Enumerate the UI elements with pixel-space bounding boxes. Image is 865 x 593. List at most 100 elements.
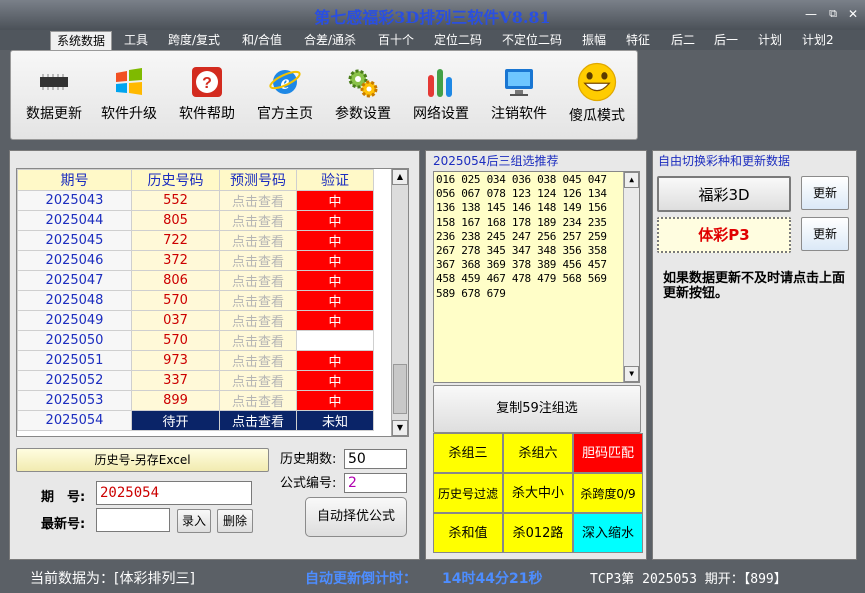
- issue-cell: 2025048: [17, 290, 132, 311]
- table-row[interactable]: 2025047 806 点击查看中: [17, 270, 374, 291]
- menu-system-data[interactable]: 系统数据: [50, 31, 113, 50]
- menu-bar: 系统数据 工具 跨度/复式 和/合值 合差/通杀 百十个 定位二码 不定位二码 …: [0, 30, 865, 50]
- settings-button[interactable]: 参数设置: [331, 59, 395, 129]
- deep-shrink-button[interactable]: 深入缩水: [573, 513, 643, 553]
- history-cell: 372: [131, 250, 220, 271]
- verify-cell: 中: [296, 310, 374, 331]
- col-history[interactable]: 历史号码: [131, 169, 220, 191]
- scroll-up-icon[interactable]: ▲: [392, 169, 408, 185]
- formula-input[interactable]: 2: [344, 473, 407, 493]
- delete-button[interactable]: 删除: [217, 509, 253, 533]
- issue-input[interactable]: 2025054: [96, 481, 252, 505]
- software-upgrade-button[interactable]: 软件升级: [97, 59, 161, 129]
- predict-link[interactable]: 点击查看: [219, 250, 297, 271]
- update-3d-button[interactable]: 更新: [801, 176, 849, 210]
- col-predict[interactable]: 预测号码: [219, 169, 297, 191]
- copy-numbers-button[interactable]: 复制59注组选: [433, 385, 641, 433]
- export-excel-button[interactable]: 历史号-另存Excel: [16, 448, 269, 472]
- table-row[interactable]: 2025049 037 点击查看中: [17, 310, 374, 331]
- menu-plan2[interactable]: 计划2: [796, 31, 840, 50]
- verify-cell: 未知: [296, 410, 374, 431]
- predict-link[interactable]: 点击查看: [219, 350, 297, 371]
- issue-cell: 2025051: [17, 350, 132, 371]
- simple-mode-button[interactable]: 傻瓜模式: [563, 59, 631, 129]
- table-row[interactable]: 2025048 570 点击查看中: [17, 290, 374, 311]
- gear-icon: [348, 69, 378, 98]
- predict-link[interactable]: 点击查看: [219, 390, 297, 411]
- predict-link[interactable]: 点击查看: [219, 330, 297, 351]
- kill-group3-button[interactable]: 杀组三: [433, 433, 503, 473]
- table-row[interactable]: 2025052 337 点击查看中: [17, 370, 374, 391]
- menu-digits[interactable]: 百十个: [372, 31, 420, 50]
- menu-kill[interactable]: 合差/通杀: [298, 31, 362, 50]
- issue-cell: 2025047: [17, 270, 132, 291]
- latest-input[interactable]: [96, 508, 170, 532]
- maximize-button[interactable]: ⧉: [826, 8, 840, 20]
- switch-title: 自由切换彩种和更新数据: [656, 152, 793, 169]
- status-bar: 当前数据为：[体彩排列三] 自动更新倒计时： 14时44分21秒 TCP3第 2…: [0, 564, 865, 593]
- menu-amplitude[interactable]: 振幅: [576, 31, 612, 50]
- numbers-textbox[interactable]: 016 025 034 036 038 045 047 056 067 078 …: [433, 171, 640, 383]
- menu-last1[interactable]: 后一: [708, 31, 744, 50]
- software-help-button[interactable]: ? 软件帮助: [175, 59, 239, 129]
- predict-link[interactable]: 点击查看: [219, 270, 297, 291]
- minimize-button[interactable]: —: [804, 8, 818, 20]
- menu-feature[interactable]: 特征: [620, 31, 656, 50]
- auto-formula-button[interactable]: 自动择优公式: [305, 497, 407, 537]
- data-update-button[interactable]: 数据更新: [19, 59, 89, 129]
- predict-link[interactable]: 点击查看: [219, 210, 297, 231]
- enter-button[interactable]: 录入: [177, 509, 211, 533]
- menu-tools[interactable]: 工具: [118, 31, 154, 50]
- grid-scrollbar[interactable]: ▲ ▼: [391, 169, 408, 436]
- menu-span[interactable]: 跨度/复式: [162, 31, 226, 50]
- hist-count-input[interactable]: 50: [344, 449, 407, 469]
- predict-link[interactable]: 点击查看: [219, 370, 297, 391]
- kill-span-button[interactable]: 杀跨度0/9: [573, 473, 643, 513]
- scroll-up-icon[interactable]: ▲: [624, 172, 639, 188]
- menu-nonpos2[interactable]: 不定位二码: [496, 31, 568, 50]
- lottery-3d-button[interactable]: 福彩3D: [657, 176, 791, 212]
- core-match-button[interactable]: 胆码匹配: [573, 433, 643, 473]
- col-issue[interactable]: 期号: [17, 169, 132, 191]
- menu-plan[interactable]: 计划: [752, 31, 788, 50]
- predict-link[interactable]: 点击查看: [219, 190, 297, 211]
- numbers-scrollbar[interactable]: ▲ ▼: [623, 172, 639, 382]
- predict-link[interactable]: 点击查看: [219, 410, 297, 431]
- logout-button[interactable]: 注销软件: [487, 59, 551, 129]
- kill-012-button[interactable]: 杀012路: [503, 513, 573, 553]
- issue-cell: 2025052: [17, 370, 132, 391]
- scroll-thumb[interactable]: [393, 364, 407, 414]
- issue-cell: 2025050: [17, 330, 132, 351]
- kill-sum-button[interactable]: 杀和值: [433, 513, 503, 553]
- table-row[interactable]: 2025046 372 点击查看中: [17, 250, 374, 271]
- predict-link[interactable]: 点击查看: [219, 310, 297, 331]
- lottery-p3-button[interactable]: 体彩P3: [657, 217, 791, 253]
- scroll-down-icon[interactable]: ▼: [392, 420, 408, 436]
- predict-link[interactable]: 点击查看: [219, 230, 297, 251]
- homepage-button[interactable]: e 官方主页: [253, 59, 317, 129]
- menu-last2[interactable]: 后二: [665, 31, 701, 50]
- table-row[interactable]: 2025051 973 点击查看中: [17, 350, 374, 371]
- kill-size-button[interactable]: 杀大中小: [503, 473, 573, 513]
- title-bar: 第七感福彩3D排列三软件V8.81 — ⧉ ✕: [0, 0, 865, 30]
- table-row[interactable]: 2025044 805 点击查看中: [17, 210, 374, 231]
- table-row[interactable]: 2025043 552 点击查看中: [17, 190, 374, 211]
- kill-group6-button[interactable]: 杀组六: [503, 433, 573, 473]
- update-note: 如果数据更新不及时请点击上面更新按钮。: [663, 271, 846, 301]
- table-row[interactable]: 2025050 570 点击查看: [17, 330, 374, 351]
- menu-sum[interactable]: 和/合值: [236, 31, 288, 50]
- close-button[interactable]: ✕: [846, 8, 860, 20]
- menu-pos2[interactable]: 定位二码: [428, 31, 488, 50]
- table-row[interactable]: 2025053 899 点击查看中: [17, 390, 374, 411]
- issue-cell: 2025045: [17, 230, 132, 251]
- network-settings-button[interactable]: 网络设置: [409, 59, 473, 129]
- scroll-down-icon[interactable]: ▼: [624, 366, 639, 382]
- last-draw-text: TCP3第 2025053 期开：【899】: [590, 572, 787, 587]
- table-row-selected[interactable]: 2025054 待开 点击查看 未知: [17, 410, 374, 431]
- predict-link[interactable]: 点击查看: [219, 290, 297, 311]
- history-filter-button[interactable]: 历史号过滤: [433, 473, 503, 513]
- col-verify[interactable]: 验证: [296, 169, 374, 191]
- verify-cell: 中: [296, 210, 374, 231]
- update-p3-button[interactable]: 更新: [801, 217, 849, 251]
- table-row[interactable]: 2025045 722 点击查看中: [17, 230, 374, 251]
